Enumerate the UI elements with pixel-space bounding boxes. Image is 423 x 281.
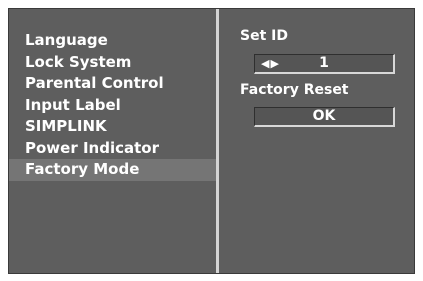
factory-reset-label: Factory Reset [240, 82, 349, 98]
factory-reset-ok-button[interactable]: OK [254, 107, 395, 127]
menu-item-power-indicator[interactable]: Power Indicator [9, 138, 216, 160]
menu-list: Language Lock System Parental Control In… [9, 30, 216, 181]
set-id-value: 1 [319, 55, 329, 71]
menu-item-simplink[interactable]: SIMPLINK [9, 116, 216, 138]
menu-item-parental-control[interactable]: Parental Control [9, 73, 216, 95]
menu-panel: Language Lock System Parental Control In… [9, 9, 216, 273]
settings-panel: Set ID ◀▶ 1 Factory Reset OK [219, 9, 414, 273]
menu-item-input-label[interactable]: Input Label [9, 95, 216, 117]
osd-menu-window: Language Lock System Parental Control In… [8, 8, 415, 274]
menu-item-lock-system[interactable]: Lock System [9, 52, 216, 74]
set-id-label: Set ID [240, 28, 288, 44]
menu-item-factory-mode[interactable]: Factory Mode [9, 159, 216, 181]
menu-item-language[interactable]: Language [9, 30, 216, 52]
set-id-selector[interactable]: ◀▶ 1 [254, 54, 395, 74]
